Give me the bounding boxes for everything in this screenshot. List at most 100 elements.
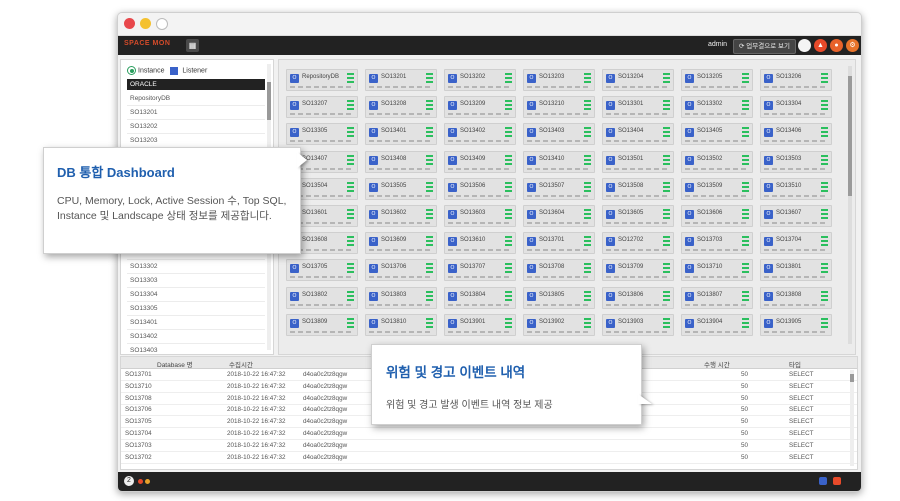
- scrollbar-thumb[interactable]: [850, 374, 854, 382]
- instance-tile[interactable]: O SO13607: [760, 205, 832, 227]
- instance-tile[interactable]: O SO13804: [444, 286, 516, 309]
- instance-tile[interactable]: O SO13406: [760, 123, 832, 146]
- instance-tile[interactable]: O SO13507: [523, 177, 595, 200]
- instance-tile[interactable]: O SO13808: [760, 286, 832, 309]
- instance-tile[interactable]: O SO13810: [365, 313, 437, 336]
- instance-tile[interactable]: O SO13707: [444, 259, 516, 282]
- instance-tile[interactable]: O SO13604: [523, 205, 595, 227]
- instance-tile[interactable]: O SO13301: [602, 96, 674, 119]
- close-window-button[interactable]: [124, 18, 135, 29]
- instance-tile[interactable]: O SO13203: [523, 69, 595, 91]
- col-database[interactable]: Database 명: [157, 359, 193, 369]
- instance-tile[interactable]: O SO13802: [286, 286, 358, 309]
- sidebar-item[interactable]: SO13304: [127, 288, 265, 302]
- instance-tile[interactable]: O SO13404: [602, 123, 674, 146]
- instance-tile[interactable]: O SO13508: [602, 177, 674, 200]
- maximize-window-button[interactable]: [156, 18, 168, 30]
- instance-tile[interactable]: O SO13706: [365, 259, 437, 282]
- instance-tile[interactable]: O SO13905: [760, 313, 832, 336]
- instance-tile[interactable]: O SO13609: [365, 232, 437, 255]
- instance-tile[interactable]: O SO13705: [286, 259, 358, 282]
- instance-tile[interactable]: O SO13210: [523, 96, 595, 119]
- sidebar-item[interactable]: SO13203: [127, 134, 265, 148]
- instance-tile[interactable]: O SO13505: [365, 177, 437, 200]
- sidebar-item[interactable]: RepositoryDB: [127, 92, 265, 106]
- col-collected-time[interactable]: 수집시간: [229, 359, 253, 369]
- instance-tile[interactable]: O SO13209: [444, 96, 516, 119]
- instance-tile[interactable]: O SO13809: [286, 313, 358, 336]
- col-type[interactable]: 타입: [789, 359, 801, 369]
- instance-tile[interactable]: O SO13710: [681, 259, 753, 282]
- table-row[interactable]: SO13704 2018-10-22 16:47:32 d4oa0c2tz8qgw 5…: [121, 428, 857, 440]
- instance-tile[interactable]: O SO13304: [760, 96, 832, 119]
- instance-tile[interactable]: O SO13708: [523, 259, 595, 282]
- instance-tile[interactable]: O SO13602: [365, 205, 437, 227]
- instance-tile[interactable]: O SO13605: [602, 205, 674, 227]
- menu-icon[interactable]: ▦: [186, 39, 199, 52]
- instance-tile[interactable]: O SO12702: [602, 232, 674, 255]
- sidebar-item[interactable]: SO13303: [127, 274, 265, 288]
- instance-tile[interactable]: O SO13903: [602, 313, 674, 336]
- instance-tile[interactable]: O SO13904: [681, 313, 753, 336]
- db-status-icon[interactable]: [819, 477, 827, 485]
- instance-tile[interactable]: O SO13701: [523, 232, 595, 255]
- sidebar-group-header[interactable]: ORACLE: [127, 79, 265, 90]
- radio-instance[interactable]: [127, 66, 136, 75]
- sidebar-item[interactable]: SO13202: [127, 120, 265, 134]
- instance-tile[interactable]: O SO13503: [760, 150, 832, 173]
- instance-tile[interactable]: O SO13703: [681, 232, 753, 255]
- sidebar-item[interactable]: SO13402: [127, 330, 265, 344]
- alert-icon[interactable]: ▲: [814, 39, 827, 52]
- instance-tile[interactable]: O SO13610: [444, 232, 516, 255]
- instance-tile[interactable]: O SO13803: [365, 286, 437, 309]
- instance-tile[interactable]: O SO13305: [286, 123, 358, 146]
- instance-tile[interactable]: O SO13204: [602, 69, 674, 91]
- instance-tile[interactable]: O SO13603: [444, 205, 516, 227]
- alarm-status-icon[interactable]: [833, 477, 841, 485]
- instance-tile[interactable]: O SO13207: [286, 96, 358, 119]
- instance-tile[interactable]: O SO13208: [365, 96, 437, 119]
- page-badge[interactable]: 2: [124, 476, 134, 486]
- instance-tile[interactable]: O SO13502: [681, 150, 753, 173]
- instance-tile[interactable]: O SO13302: [681, 96, 753, 119]
- instance-tile[interactable]: O SO13902: [523, 313, 595, 336]
- instance-tile[interactable]: O SO13405: [681, 123, 753, 146]
- instance-tile[interactable]: O SO13408: [365, 150, 437, 173]
- table-row[interactable]: SO13702 2018-10-22 16:47:32 d4oa0c2tz8qgw 5…: [121, 452, 857, 464]
- settings-icon[interactable]: ⚙: [846, 39, 859, 52]
- instance-tile[interactable]: O SO13402: [444, 123, 516, 146]
- instance-tile[interactable]: O SO13205: [681, 69, 753, 91]
- work-mode-button[interactable]: ⟳ 업무결으로 보기: [733, 39, 796, 54]
- grid-scrollbar[interactable]: [848, 66, 852, 344]
- instance-tile[interactable]: O RepositoryDB: [286, 69, 358, 91]
- instance-tile[interactable]: O SO13501: [602, 150, 674, 173]
- profile-icon[interactable]: [798, 39, 811, 52]
- instance-tile[interactable]: O SO13206: [760, 69, 832, 91]
- instance-tile[interactable]: O SO13801: [760, 259, 832, 282]
- sidebar-item[interactable]: SO13201: [127, 106, 265, 120]
- instance-tile[interactable]: O SO13201: [365, 69, 437, 91]
- sidebar-item[interactable]: SO13302: [127, 260, 265, 274]
- scrollbar-thumb[interactable]: [848, 76, 852, 196]
- instance-tile[interactable]: O SO13401: [365, 123, 437, 146]
- table-scrollbar[interactable]: [850, 370, 854, 466]
- instance-tile[interactable]: O SO13709: [602, 259, 674, 282]
- sidebar-item[interactable]: SO13305: [127, 302, 265, 316]
- instance-tile[interactable]: O SO13806: [602, 286, 674, 309]
- instance-tile[interactable]: O SO13506: [444, 177, 516, 200]
- instance-tile[interactable]: O SO13606: [681, 205, 753, 227]
- col-exec-time[interactable]: 수행 시간: [704, 359, 730, 369]
- user-icon[interactable]: ●: [830, 39, 843, 52]
- instance-tile[interactable]: O SO13510: [760, 177, 832, 200]
- app-logo[interactable]: SPACE MON: [124, 40, 170, 47]
- instance-tile[interactable]: O SO13403: [523, 123, 595, 146]
- instance-tile[interactable]: O SO13805: [523, 286, 595, 309]
- instance-tile[interactable]: O SO13202: [444, 69, 516, 91]
- instance-tile[interactable]: O SO13901: [444, 313, 516, 336]
- minimize-window-button[interactable]: [140, 18, 151, 29]
- instance-tile[interactable]: O SO13509: [681, 177, 753, 200]
- instance-tile[interactable]: O SO13409: [444, 150, 516, 173]
- instance-tile[interactable]: O SO13410: [523, 150, 595, 173]
- instance-tile[interactable]: O SO13704: [760, 232, 832, 255]
- instance-tile[interactable]: O SO13807: [681, 286, 753, 309]
